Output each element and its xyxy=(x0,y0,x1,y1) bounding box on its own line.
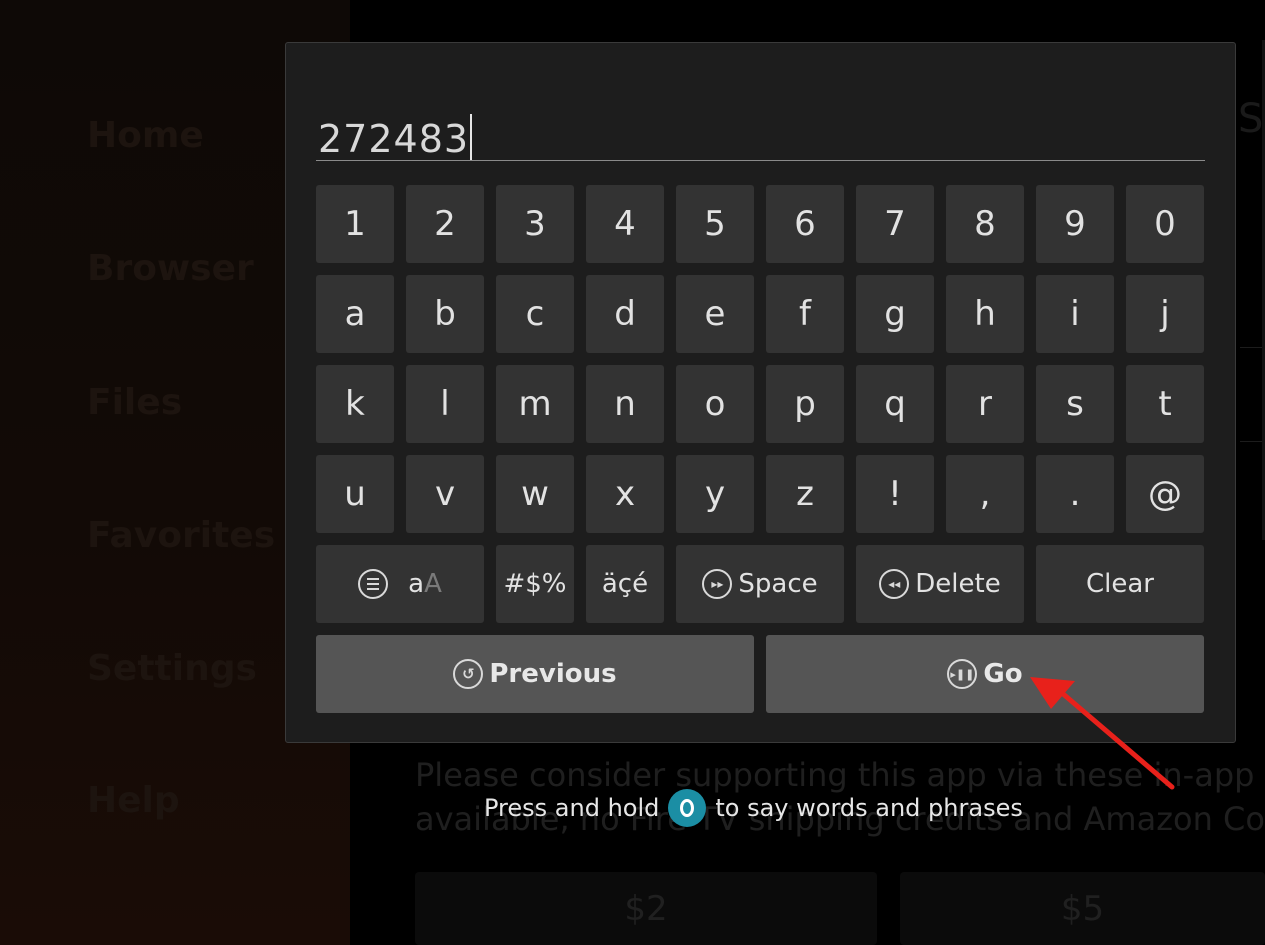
screen: Home Browser Files Favorites Settings He… xyxy=(0,0,1265,945)
annotation-arrow-icon xyxy=(1030,677,1175,790)
